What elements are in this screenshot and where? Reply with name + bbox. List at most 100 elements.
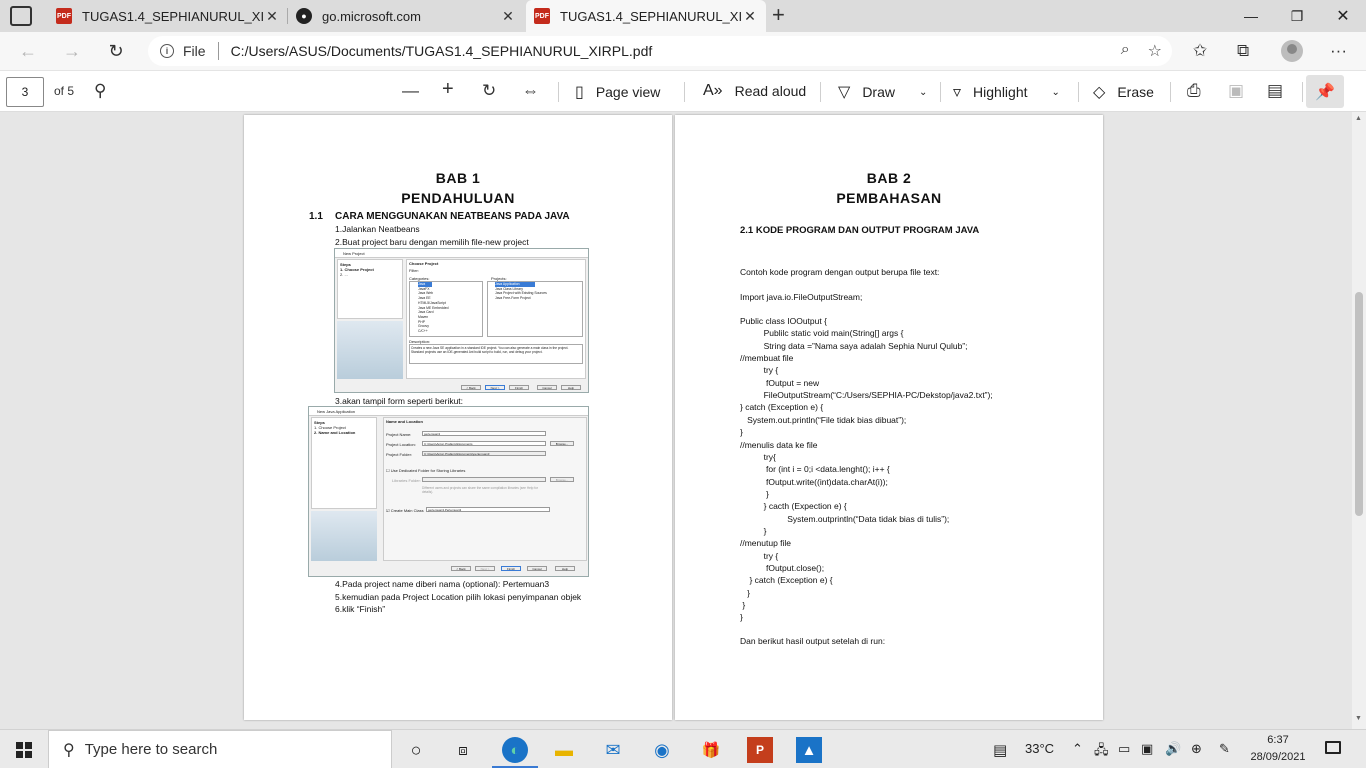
code-line: } catch (Exception e) { [740, 575, 833, 586]
categories-list: Java JavaFX Java Web Java EE HTML5/JavaS… [409, 281, 483, 337]
scrollbar-thumb[interactable] [1355, 292, 1363, 516]
pin-toolbar-button[interactable]: 📌 [1306, 75, 1344, 108]
step-line: 6.klik “Finish” [335, 604, 386, 614]
code-line: try { [740, 550, 779, 561]
tab-pdf-1[interactable]: PDF TUGAS1.4_SEPHIANURUL_XIRPL. ✕ [48, 0, 288, 32]
step-line: 2.Buat project baru dengan memilih file-… [335, 237, 529, 247]
chrome-icon[interactable]: ◉ [649, 737, 675, 763]
network-icon[interactable]: 🖧 [1094, 741, 1109, 763]
mail-icon[interactable]: ✉ [600, 737, 626, 763]
section-title: 2.1 KODE PROGRAM DAN OUTPUT PROGRAM JAVA [740, 225, 980, 236]
save-as-icon[interactable]: ▤ [1267, 81, 1283, 101]
cancel-button: Cancel [537, 385, 557, 390]
cortana-icon[interactable]: ○ [403, 737, 429, 763]
news-icon[interactable]: ▤ [993, 741, 1007, 759]
page-number-input[interactable]: 3 [6, 77, 44, 107]
task-view-icon[interactable]: ⧈ [450, 737, 476, 763]
zoom-out-icon[interactable]: — [402, 81, 419, 101]
project-folder-field: C:\Users\Anton Prafanto\Documents\pertem… [422, 451, 546, 456]
close-icon[interactable]: ✕ [500, 8, 516, 25]
save-icon[interactable]: ▣ [1228, 81, 1244, 101]
photos-icon[interactable]: ▲ [796, 737, 822, 763]
page-view-icon: ▯ [575, 84, 584, 101]
weather-temperature[interactable]: 33°C [1025, 741, 1054, 756]
outro-text: Dan berikut hasil output setelah di run: [740, 636, 886, 646]
projects-list: Java Application Java Class Library Java… [487, 281, 583, 337]
tab-title: TUGAS1.4_SEPHIANURUL_XIRPL. [82, 8, 264, 24]
list-item: Java Free-Form Project [495, 296, 531, 301]
chapter-label: BAB 2 [866, 170, 912, 186]
page-view-button[interactable]: ▯ Page view [575, 82, 660, 102]
document-viewer[interactable]: BAB 1 PENDAHULUAN 1.1 CARA MENGGUNAKAN N… [0, 112, 1352, 729]
pdf-toolbar: 3 of 5 ⚲ — + ↻ ⇔ ▯ Page view A» Read aloud… [0, 70, 1366, 112]
zoom-icon[interactable]: ⌕ [1121, 41, 1130, 61]
more-icon[interactable]: ··· [1330, 41, 1347, 61]
vertical-scrollbar[interactable]: ▲ ▼ [1352, 112, 1366, 729]
read-aloud-label: Read aloud [734, 83, 807, 99]
intro-text: Contoh kode program dengan output berupa… [740, 267, 940, 277]
refresh-button[interactable]: ↻ [102, 38, 130, 64]
collections-icon[interactable]: ⧉ [1237, 41, 1249, 61]
address-bar-row: ← → ↻ i File C:/Users/ASUS/Documents/TUG… [0, 32, 1366, 70]
add-favorite-icon[interactable]: ☆ [1148, 41, 1162, 61]
back-button: < Back [461, 385, 481, 390]
field-label: Project Name: [386, 432, 412, 437]
forward-button[interactable]: → [58, 38, 86, 64]
clock[interactable]: 6:37 28/09/2021 [1247, 732, 1309, 766]
fit-width-icon[interactable]: ⇔ [522, 81, 539, 101]
clock-date: 28/09/2021 [1250, 751, 1306, 763]
help-button: Help [555, 566, 575, 571]
read-aloud-button[interactable]: A» Read aloud [703, 82, 806, 100]
erase-button[interactable]: ◇ Erase [1093, 82, 1154, 102]
highlight-button[interactable]: ▿ Highlight ⌄ [953, 82, 1060, 102]
new-project-screenshot: New Project Steps 1. Choose Project 2. .… [334, 248, 589, 393]
section-title: CARA MENGGUNAKAN NEATBEANS PADA JAVA [335, 211, 570, 222]
notification-icon[interactable] [1325, 741, 1341, 754]
tab-pdf-active[interactable]: PDF TUGAS1.4_SEPHIANURUL_XIRPL. ✕ [526, 0, 766, 32]
restore-button[interactable]: ❐ [1274, 0, 1320, 32]
rotate-icon[interactable]: ↻ [482, 81, 496, 101]
search-icon[interactable]: ⚲ [94, 81, 106, 101]
highlight-label: Highlight [973, 84, 1028, 100]
close-window-button[interactable]: ✕ [1320, 0, 1366, 32]
url-text[interactable]: C:/Users/ASUS/Documents/TUGAS1.4_SEPHIAN… [231, 43, 653, 59]
file-explorer-icon[interactable]: ▬ [551, 737, 577, 763]
edge-icon[interactable]: ◐ [502, 737, 528, 763]
display-icon[interactable]: ▣ [1141, 741, 1153, 757]
close-icon[interactable]: ✕ [742, 8, 758, 25]
battery-icon[interactable]: ▭ [1118, 741, 1130, 757]
zoom-in-icon[interactable]: + [442, 78, 454, 101]
pen-icon[interactable]: ✎ [1219, 741, 1230, 757]
step-line: 3.akan tampil form seperti berikut: [335, 396, 464, 406]
avatar[interactable] [1281, 40, 1303, 62]
volume-icon[interactable]: 🔊 [1165, 741, 1181, 757]
windows-start-icon[interactable] [16, 742, 32, 758]
draw-button[interactable]: ▽ Draw ⌄ [838, 82, 927, 102]
chevron-down-icon[interactable]: ⌄ [919, 87, 927, 98]
scroll-down-icon[interactable]: ▼ [1355, 715, 1362, 722]
chevron-down-icon[interactable]: ⌄ [1052, 87, 1060, 98]
close-icon[interactable]: ✕ [264, 8, 280, 25]
powerpoint-icon[interactable]: P [747, 737, 773, 763]
print-icon[interactable]: ⎙ [1187, 81, 1201, 101]
code-line: } [740, 525, 767, 536]
tab-go-microsoft[interactable]: ● go.microsoft.com ✕ [288, 0, 524, 32]
step-item: 2. ... [340, 272, 348, 277]
minimize-button[interactable]: — [1228, 0, 1274, 32]
erase-label: Erase [1117, 84, 1154, 100]
list-item: C/C++ [418, 329, 428, 334]
tab-actions-icon[interactable] [10, 6, 32, 26]
globe-icon: ● [296, 8, 312, 24]
code-line: String data =”Nama saya adalah Sephia Nu… [740, 340, 968, 351]
info-icon[interactable]: i [160, 44, 174, 58]
chevron-up-icon[interactable]: ⌃ [1072, 741, 1083, 757]
language-icon[interactable]: ⊕ [1191, 741, 1202, 757]
taskbar-search[interactable]: ⚲ Type here to search [48, 730, 392, 768]
store-icon[interactable]: 🎁 [698, 737, 724, 763]
tab-title: go.microsoft.com [322, 8, 421, 24]
favorites-icon[interactable]: ✩ [1193, 41, 1207, 61]
address-field[interactable]: i File C:/Users/ASUS/Documents/TUGAS1.4_… [148, 36, 1172, 66]
scroll-up-icon[interactable]: ▲ [1355, 115, 1362, 122]
new-tab-button[interactable]: + [772, 4, 785, 26]
back-button[interactable]: ← [14, 38, 42, 64]
